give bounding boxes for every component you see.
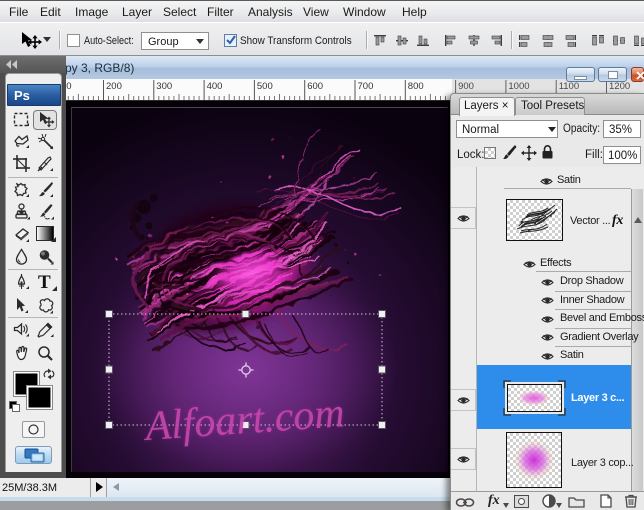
svg-text:700: 700 xyxy=(358,81,374,92)
svg-text:500: 500 xyxy=(257,81,273,92)
svg-text:300: 300 xyxy=(156,81,172,92)
svg-text:400: 400 xyxy=(207,81,223,92)
svg-text:200: 200 xyxy=(106,81,122,92)
svg-text:800: 800 xyxy=(408,81,424,92)
svg-text:600: 600 xyxy=(307,81,323,92)
